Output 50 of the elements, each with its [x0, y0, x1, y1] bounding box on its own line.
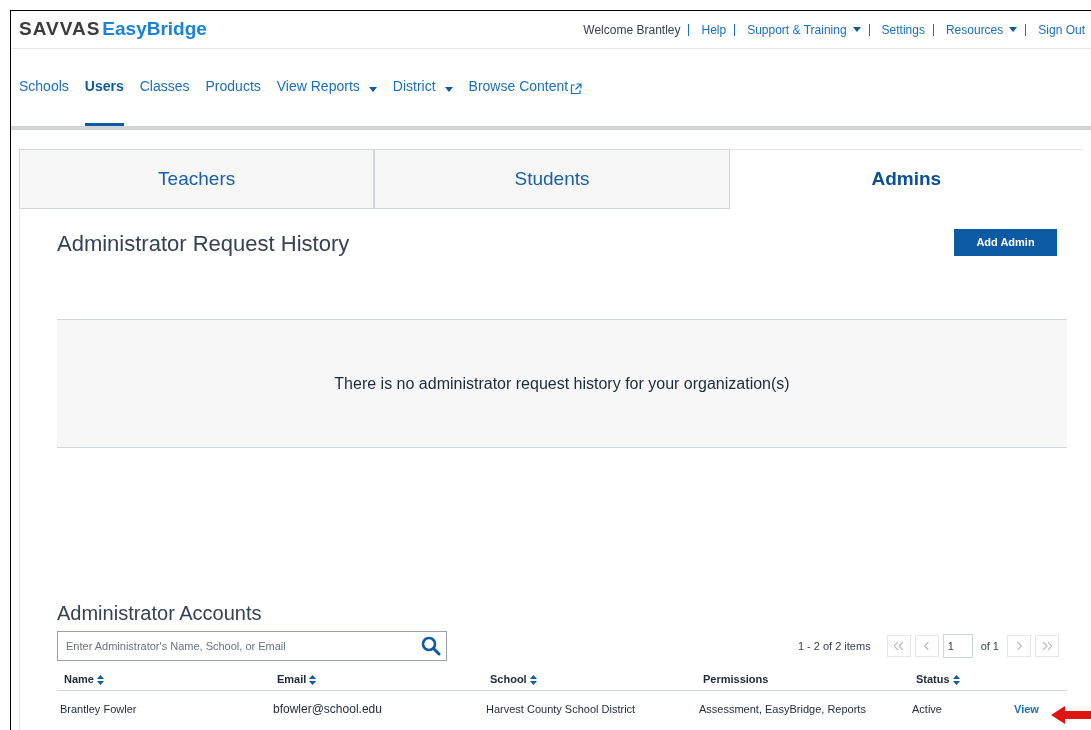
- nav-link[interactable]: Products: [205, 73, 261, 126]
- product-logo: EasyBridge: [102, 17, 207, 42]
- welcome-text: Welcome Brantley: [583, 21, 681, 39]
- column-header: Permissions: [703, 672, 769, 688]
- section-title: Administrator Accounts: [57, 601, 263, 626]
- page-number-field[interactable]: 1: [942, 634, 973, 658]
- menu-link[interactable]: View Reports: [276, 73, 377, 126]
- column-header[interactable]: School: [490, 671, 527, 688]
- sort-icon[interactable]: [309, 674, 317, 685]
- menu-link[interactable]: Resources: [945, 20, 1018, 39]
- external-link-icon: [570, 83, 583, 95]
- caret-icon: [852, 27, 861, 32]
- item-count: 1 - 2 of 2 items: [797, 638, 871, 654]
- menu-link[interactable]: District: [392, 73, 453, 126]
- caret-icon: [444, 87, 453, 92]
- sort-icon[interactable]: [952, 674, 960, 685]
- chevron-left-icon: [924, 642, 930, 650]
- table-cell: Harvest County School District: [486, 702, 636, 715]
- double-chevron-right-icon: [1042, 642, 1052, 650]
- nav-link[interactable]: Schools: [19, 73, 69, 126]
- column-header[interactable]: Status: [916, 671, 950, 688]
- menu-link[interactable]: Support & Training: [747, 20, 861, 39]
- caret-icon: [1009, 27, 1018, 32]
- chevron-right-icon: [1016, 642, 1022, 650]
- table-cell: Assessment, EasyBridge, Reports: [699, 702, 866, 715]
- nav-link[interactable]: Help: [701, 20, 727, 39]
- empty-message: There is no administrator request history for your organization(s): [334, 373, 790, 394]
- brand-logo: SAVVAS: [19, 17, 101, 42]
- nav-link[interactable]: Settings: [881, 20, 925, 39]
- caret-icon: [368, 87, 377, 92]
- column-header[interactable]: Email: [277, 671, 307, 688]
- tab[interactable]: Teachers: [19, 149, 375, 209]
- nav-link[interactable]: Browse Content: [468, 73, 583, 126]
- table-cell: Brantley Fowler: [60, 702, 137, 715]
- table-cell: Active: [912, 702, 942, 715]
- sort-icon[interactable]: [96, 674, 104, 685]
- add-admin-button[interactable]: Add Admin: [954, 229, 1057, 256]
- table-cell: bfowler@school.edu: [273, 702, 382, 716]
- page-total: of 1: [980, 638, 999, 654]
- arrow-icon: [1051, 705, 1091, 725]
- tab[interactable]: Students: [374, 149, 730, 209]
- double-chevron-left-icon: [893, 642, 904, 650]
- column-header[interactable]: Name: [64, 671, 94, 688]
- search-icon[interactable]: [421, 636, 441, 656]
- sort-icon[interactable]: [529, 674, 537, 685]
- view-link[interactable]: View: [1014, 700, 1039, 718]
- nav-link[interactable]: Classes: [139, 73, 190, 126]
- nav-link[interactable]: Sign Out: [1038, 20, 1085, 39]
- search-field[interactable]: Enter Administrator's Name, School, or Email: [57, 631, 447, 661]
- section-title: Administrator Request History: [57, 230, 350, 258]
